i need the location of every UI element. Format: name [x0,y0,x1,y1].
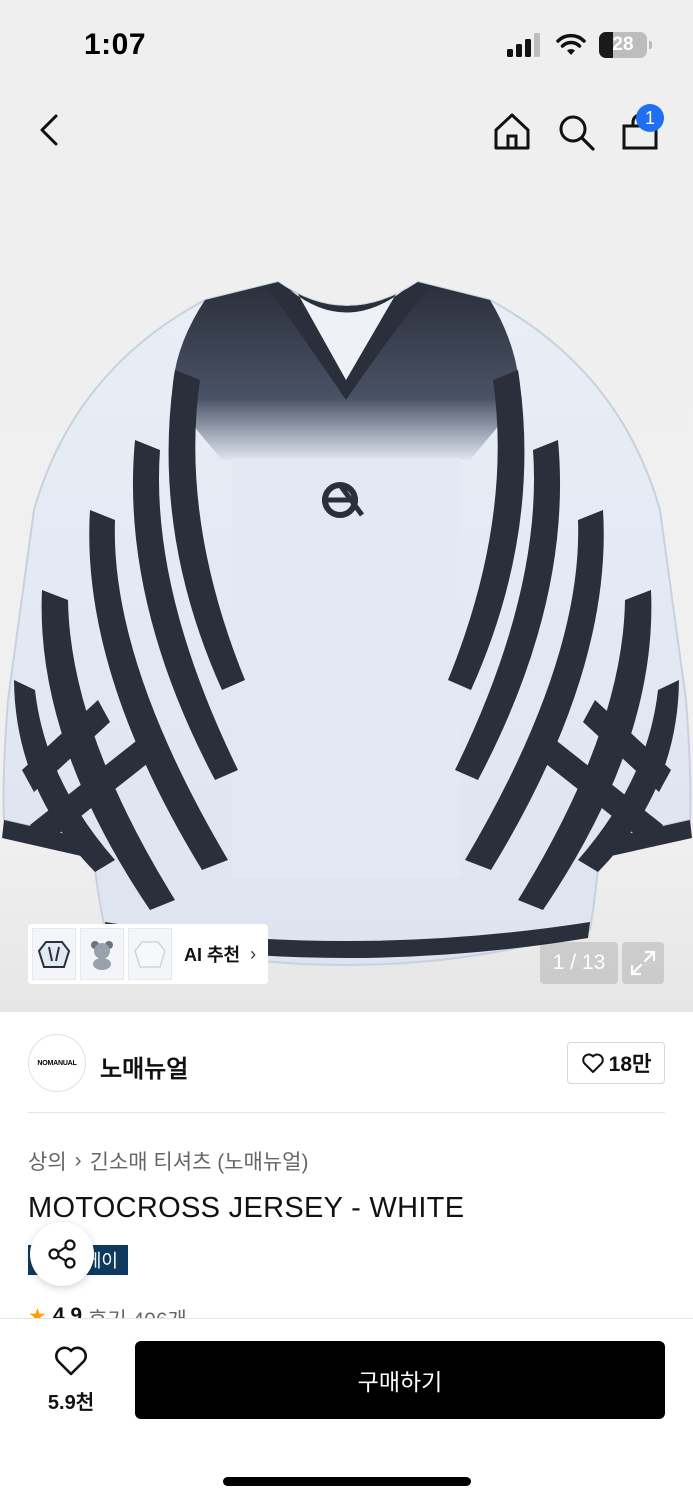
cart-count-badge: 1 [636,104,664,132]
brand-like-button[interactable]: 18만 [567,1042,665,1084]
ai-thumbnail[interactable] [128,928,172,980]
image-page-counter: 1 / 13 [540,942,618,984]
brand-logo-text: NOMANUAL [37,1059,77,1067]
status-bar: 1:07 28 [0,0,693,90]
share-button[interactable] [30,1222,94,1286]
home-indicator [223,1477,471,1486]
breadcrumb-separator-icon: › [74,1149,82,1172]
wifi-icon [556,33,586,55]
cellular-signal-icon [507,33,540,57]
wishlist-button[interactable]: 5.9천 [40,1345,102,1415]
product-image-gallery[interactable]: 1 AI 추천 › 1 / 13 [0,90,693,1012]
breadcrumb-item[interactable]: 긴소매 티셔츠 (노매뉴얼) [90,1146,309,1176]
product-title: MOTOCROSS JERSEY - WHITE [28,1192,465,1224]
ai-recommendation-card[interactable]: AI 추천 › [28,924,268,984]
brand-like-count: 18만 [608,1053,652,1076]
battery-icon: 28 [599,32,652,58]
expand-icon [630,950,656,976]
brand-name[interactable]: 노매뉴얼 [100,1049,188,1084]
jersey-thumbnail-icon [37,941,71,968]
star-icon: ★ [28,1305,47,1318]
rating-row[interactable]: ★ 4.9 후기 406개 [28,1304,187,1318]
ai-thumbnail[interactable] [32,928,76,980]
share-icon [48,1239,76,1269]
search-icon[interactable] [554,110,598,154]
ai-recommendation-label: AI 추천 [184,945,241,965]
ai-thumbnail[interactable] [80,928,124,980]
review-count[interactable]: 후기 406개 [88,1304,187,1318]
expand-image-button[interactable] [622,942,664,984]
divider [28,1112,665,1113]
status-time: 1:07 [84,28,147,61]
chevron-right-icon: › [250,943,257,964]
brand-row[interactable]: NOMANUAL 노매뉴얼 18만 [28,1034,665,1092]
bottom-action-bar: 5.9천 구매하기 [0,1318,693,1500]
bear-thumbnail-icon [91,941,113,970]
battery-level: 28 [612,34,634,55]
status-indicators: 28 [507,32,652,58]
wishlist-count: 5.9천 [47,1392,95,1414]
breadcrumb: 상의 › 긴소매 티셔츠 (노매뉴얼) [28,1146,309,1176]
product-photo [2,280,692,967]
heart-icon [581,1053,604,1073]
heart-icon [55,1346,87,1376]
brand-logo[interactable]: NOMANUAL [28,1034,86,1092]
chevron-left-icon[interactable] [30,110,70,150]
home-icon[interactable] [490,110,534,154]
rating-score: 4.9 [52,1304,83,1318]
shirt-thumbnail-icon [134,941,166,968]
breadcrumb-item[interactable]: 상의 [28,1146,67,1176]
buy-button[interactable]: 구매하기 [135,1341,665,1419]
